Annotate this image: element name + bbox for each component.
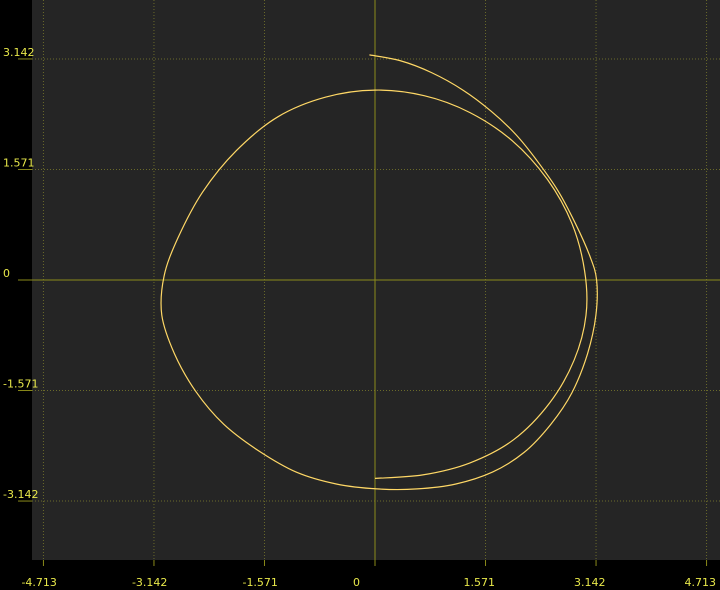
x-tick-label: 4.713 bbox=[685, 576, 717, 589]
x-tick-label: -1.571 bbox=[242, 576, 277, 589]
y-tick-label: 0 bbox=[3, 267, 10, 280]
x-tick-label: 0 bbox=[353, 576, 360, 589]
y-tick-label: 3.142 bbox=[3, 46, 35, 59]
x-tick-label: 1.571 bbox=[464, 576, 496, 589]
x-tick-label: 3.142 bbox=[574, 576, 606, 589]
x-tick-label: -3.142 bbox=[132, 576, 167, 589]
x-tick-label: -4.713 bbox=[21, 576, 56, 589]
y-tick-label: 1.571 bbox=[3, 156, 35, 169]
y-tick-label: -1.571 bbox=[3, 378, 38, 391]
plot-container: -4.713 -3.142 -1.571 0 1.571 3.142 4.713 3.142 1… bbox=[0, 0, 720, 590]
y-tick-label: -3.142 bbox=[3, 488, 38, 501]
phase-plot: -4.713 -3.142 -1.571 0 1.571 3.142 4.713 3.142 1… bbox=[3, 0, 720, 589]
